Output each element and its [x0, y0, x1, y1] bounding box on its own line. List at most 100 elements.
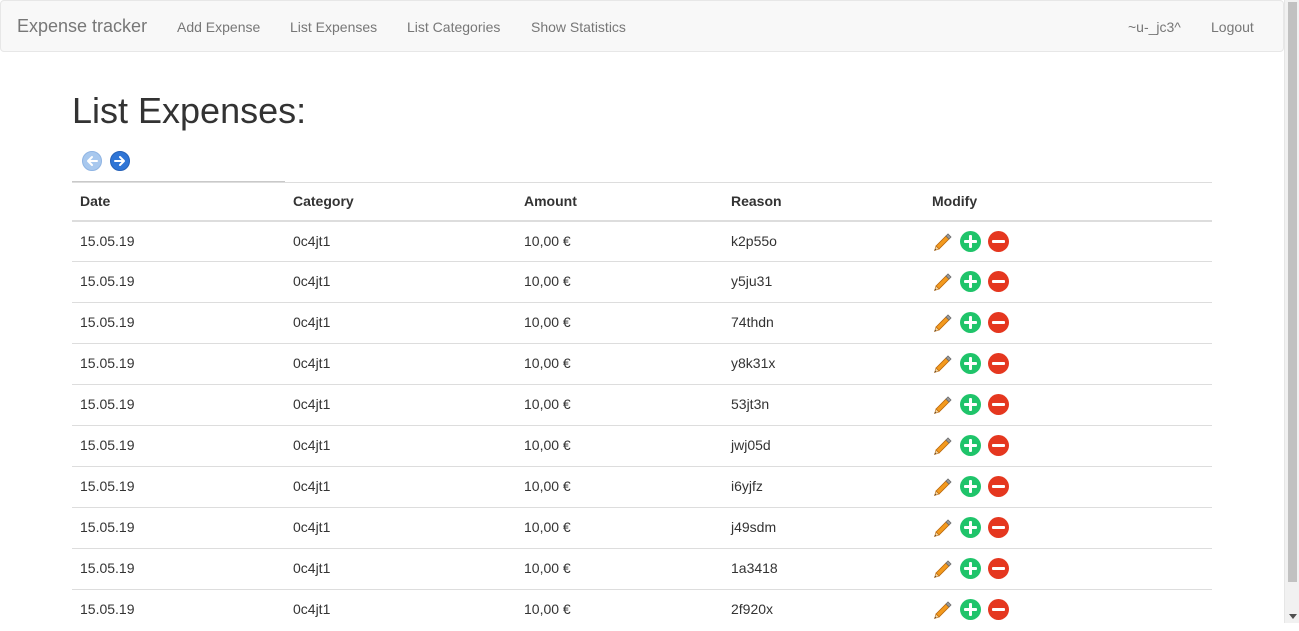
cell-category: 0c4jt1 [285, 425, 516, 467]
cell-date: 15.05.19 [72, 507, 285, 549]
header-category: Category [285, 182, 516, 222]
cell-date: 15.05.19 [72, 384, 285, 426]
plus-circle-icon[interactable] [960, 353, 981, 374]
table-row: 15.05.19 0c4jt1 10,00 € jwj05d [72, 425, 1212, 467]
cell-category: 0c4jt1 [285, 589, 516, 631]
cell-modify [924, 302, 1212, 344]
minus-circle-icon[interactable] [988, 517, 1009, 538]
plus-circle-icon[interactable] [960, 271, 981, 292]
cell-modify [924, 261, 1212, 303]
table-row: 15.05.19 0c4jt1 10,00 €1a3418 [72, 548, 1212, 590]
pencil-icon[interactable] [932, 231, 953, 252]
cell-amount: 10,00 € [516, 302, 723, 344]
nav-list-categories[interactable]: List Categories [407, 18, 500, 36]
expenses-table: Date Category Amount Reason Modify 15.05… [72, 182, 1212, 631]
vertical-scrollbar[interactable] [1284, 0, 1299, 623]
cell-reason: j49sdm [723, 507, 924, 549]
table-row: 15.05.19 0c4jt1 10,00 € j49sdm [72, 507, 1212, 549]
plus-circle-icon[interactable] [960, 599, 981, 620]
cell-reason: k2p55o [731, 232, 777, 249]
cell-reason: 2f920x [723, 589, 924, 631]
pencil-icon[interactable] [932, 476, 953, 497]
cell-reason: 1a3418 [723, 548, 924, 590]
cell-date: 15.05.19 [72, 343, 285, 385]
cell-amount: 10,00 € [516, 261, 723, 303]
pencil-icon[interactable] [932, 271, 953, 292]
pencil-icon[interactable] [932, 394, 953, 415]
scrollbar-thumb[interactable] [1288, 2, 1297, 582]
table-row: 15.05.19 0c4jt1 10,00 € i6yjfz [72, 466, 1212, 508]
cell-amount: 10,00 € [516, 466, 723, 508]
cell-modify [924, 548, 1212, 590]
pencil-icon[interactable] [932, 558, 953, 579]
plus-circle-icon[interactable] [960, 476, 981, 497]
nav-list-expenses[interactable]: List Expenses [290, 18, 377, 36]
cell-amount: 10,00 € [516, 589, 723, 631]
cell-reason: jwj05d [723, 425, 924, 467]
previous-page-button[interactable] [82, 151, 102, 171]
pencil-icon[interactable] [932, 599, 953, 620]
pencil-icon[interactable] [932, 435, 953, 456]
plus-circle-icon[interactable] [960, 230, 981, 252]
table-row: 15.05.19 0c4jt1 10,00 € y5ju31 [72, 261, 1212, 303]
cell-amount: 10,00 € [516, 425, 723, 467]
header-reason: Reason [723, 182, 924, 222]
nav-show-statistics[interactable]: Show Statistics [531, 18, 626, 36]
minus-circle-icon[interactable] [988, 271, 1009, 292]
cell-date: 15.05.19 [72, 425, 285, 467]
cell-reason: y5ju31 [723, 261, 924, 303]
pencil-icon[interactable] [932, 312, 953, 333]
cell-date: 15.05.19 [80, 232, 135, 249]
pencil-icon[interactable] [932, 517, 953, 538]
minus-circle-icon[interactable] [988, 394, 1009, 415]
cell-category: 0c4jt1 [285, 302, 516, 344]
table-row: 15.05.19 0c4jt1 10,00 € k2p55o [72, 221, 1212, 262]
header-amount: Amount [516, 182, 723, 222]
cell-date: 15.05.19 [72, 589, 285, 631]
arrow-right-icon [114, 156, 125, 166]
scroll-down-arrow-icon[interactable] [1289, 614, 1297, 619]
plus-circle-icon[interactable] [960, 312, 981, 333]
cell-category: 0c4jt1 [285, 343, 516, 385]
plus-circle-icon[interactable] [960, 394, 981, 415]
cell-reason: i6yjfz [723, 466, 924, 508]
table-row: 15.05.19 0c4jt1 10,00 €53jt3n [72, 384, 1212, 426]
cell-date: 15.05.19 [72, 466, 285, 508]
cell-date: 15.05.19 [72, 261, 285, 303]
minus-circle-icon[interactable] [988, 435, 1009, 456]
plus-circle-icon[interactable] [960, 435, 981, 456]
plus-circle-icon[interactable] [960, 517, 981, 538]
table-row: 15.05.19 0c4jt1 10,00 €74thdn [72, 302, 1212, 344]
minus-circle-icon[interactable] [988, 599, 1009, 620]
plus-circle-icon[interactable] [960, 558, 981, 579]
cell-category: 0c4jt1 [285, 384, 516, 426]
pencil-icon[interactable] [932, 353, 953, 374]
minus-circle-icon[interactable] [988, 353, 1009, 374]
cell-category: 0c4jt1 [285, 507, 516, 549]
cell-modify [924, 343, 1212, 385]
header-modify: Modify [924, 182, 1212, 222]
cell-reason: 74thdn [723, 302, 924, 344]
nav-user-name[interactable]: ~u-_jc3^ [1128, 18, 1181, 36]
nav-add-expense[interactable]: Add Expense [177, 18, 260, 36]
brand-link[interactable]: Expense tracker [17, 16, 147, 36]
cell-category: 0c4jt1 [285, 548, 516, 590]
minus-circle-icon[interactable] [988, 476, 1009, 497]
cell-modify [924, 425, 1212, 467]
header-date: Date [72, 182, 285, 222]
next-page-button[interactable] [110, 151, 130, 171]
cell-modify [924, 589, 1212, 631]
cell-amount: 10,00 € [516, 343, 723, 385]
minus-circle-icon[interactable] [988, 230, 1009, 252]
minus-circle-icon[interactable] [988, 558, 1009, 579]
cell-modify [924, 221, 1212, 262]
cell-amount: 10,00 € [516, 507, 723, 549]
table-body: 15.05.19 0c4jt1 10,00 € k2p55o 15.05.19 0c4jt… [72, 221, 1212, 631]
top-navbar: Expense tracker Add Expense List Expense… [0, 0, 1284, 52]
nav-logout[interactable]: Logout [1211, 18, 1254, 36]
table-header-row: Date Category Amount Reason Modify [72, 182, 1212, 222]
minus-circle-icon[interactable] [988, 312, 1009, 333]
cell-date: 15.05.19 [72, 548, 285, 590]
cell-date: 15.05.19 [72, 302, 285, 344]
cell-category: 0c4jt1 [293, 232, 331, 249]
